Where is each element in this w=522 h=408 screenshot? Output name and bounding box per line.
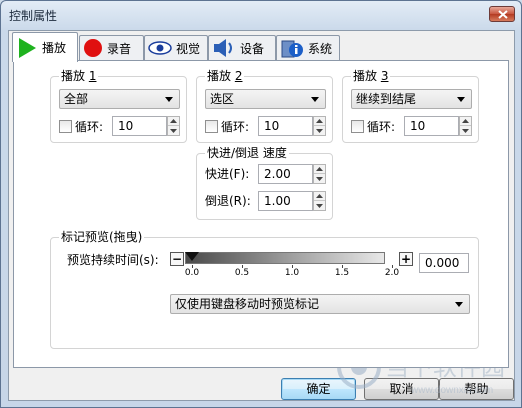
tick-label: 1.5: [334, 268, 350, 278]
dialog-window: 控制属性 播放 录音 视觉 设备 系统 播放 1 全部 循环: 10 播放 2 …: [0, 0, 522, 408]
spin-up-icon[interactable]: [314, 192, 325, 201]
speed-group: 快进/倒退 速度 快进(F): 2.00 倒退(R): 1.00: [196, 146, 333, 220]
group-title: 快进/倒退 速度: [205, 146, 289, 160]
group-title: 标记预览(拖曳): [59, 230, 145, 244]
chevron-down-icon: [457, 97, 465, 102]
tab-label: 视觉: [176, 41, 201, 56]
play2-loop-checkbox[interactable]: [205, 120, 218, 133]
rewind-speed-spinner[interactable]: [313, 191, 326, 211]
preview-mode-select[interactable]: 仅使用键盘移动时预览标记: [170, 294, 470, 314]
preview-duration-label: 预览持续时间(s):: [67, 253, 159, 267]
tab-record[interactable]: 录音: [79, 35, 144, 60]
select-value: 选区: [210, 92, 235, 106]
play1-loop-checkbox[interactable]: [59, 120, 72, 133]
close-icon: [498, 10, 508, 19]
record-icon: [83, 38, 103, 58]
select-value: 继续到结尾: [356, 92, 417, 106]
tab-playback[interactable]: 播放: [12, 32, 78, 62]
forward-speed-input[interactable]: 2.00: [258, 164, 313, 184]
spin-down-icon[interactable]: [460, 126, 471, 135]
group-title: 播放 1: [59, 69, 99, 83]
spin-up-icon[interactable]: [168, 117, 179, 126]
spin-down-icon[interactable]: [168, 126, 179, 135]
tab-label: 录音: [107, 41, 132, 56]
speaker-icon: [212, 37, 236, 59]
preview-duration-input[interactable]: 0.000: [419, 253, 469, 273]
tab-label: 播放: [42, 41, 67, 55]
loop-label: 循环:: [75, 120, 104, 134]
play3-mode-select[interactable]: 继续到结尾: [351, 89, 472, 109]
chevron-down-icon: [311, 97, 319, 102]
play-group-2: 播放 2 选区 循环: 10: [196, 69, 333, 143]
eye-icon: [148, 40, 172, 56]
select-value: 仅使用键盘移动时预览标记: [175, 297, 320, 311]
tab-label: 系统: [308, 41, 333, 56]
increase-duration-button[interactable]: +: [399, 252, 413, 266]
tick-label: 2.0: [384, 268, 400, 278]
play1-mode-select[interactable]: 全部: [59, 89, 180, 109]
tab-visual[interactable]: 视觉: [144, 35, 208, 60]
spin-up-icon[interactable]: [314, 117, 325, 126]
chevron-down-icon: [455, 302, 463, 307]
rewind-speed-label: 倒退(R):: [205, 194, 251, 208]
system-info-icon: [280, 37, 304, 59]
play2-loop-count-input[interactable]: 10: [258, 116, 313, 136]
group-title: 播放 3: [351, 69, 391, 83]
window-title: 控制属性: [9, 9, 58, 23]
title-bar[interactable]: 控制属性: [1, 1, 521, 29]
minus-icon: −: [171, 252, 183, 266]
close-button[interactable]: [489, 6, 515, 22]
select-value: 全部: [64, 92, 89, 106]
tick-label: 1.0: [284, 268, 300, 278]
tab-device[interactable]: 设备: [208, 35, 276, 60]
tab-system[interactable]: 系统: [276, 35, 340, 60]
group-title: 播放 2: [205, 69, 245, 83]
play1-loop-spinner[interactable]: [167, 116, 180, 136]
tick-label: 0.5: [234, 268, 250, 278]
loop-label: 循环:: [221, 120, 250, 134]
spin-up-icon[interactable]: [460, 117, 471, 126]
play-icon: [16, 37, 38, 59]
play2-mode-select[interactable]: 选区: [205, 89, 326, 109]
spin-down-icon[interactable]: [314, 174, 325, 183]
play-group-1: 播放 1 全部 循环: 10: [50, 69, 187, 143]
spin-up-icon[interactable]: [314, 165, 325, 174]
play2-loop-spinner[interactable]: [313, 116, 326, 136]
plus-icon: +: [400, 252, 412, 266]
preview-duration-slider[interactable]: [185, 252, 385, 264]
forward-speed-spinner[interactable]: [313, 164, 326, 184]
spin-down-icon[interactable]: [314, 201, 325, 210]
spin-down-icon[interactable]: [314, 126, 325, 135]
play-group-3: 播放 3 继续到结尾 循环: 10: [342, 69, 479, 143]
loop-label: 循环:: [367, 120, 396, 134]
svg-text:www.downxia.com: www.downxia.com: [410, 385, 493, 396]
play3-loop-spinner[interactable]: [459, 116, 472, 136]
tab-label: 设备: [240, 41, 265, 56]
play1-loop-count-input[interactable]: 10: [112, 116, 167, 136]
tick-label: 0.0: [184, 268, 200, 278]
client-area: 播放 录音 视觉 设备 系统 播放 1 全部 循环: 10 播放 2 选区 循环…: [8, 30, 515, 401]
slider-thumb-icon: [185, 252, 199, 261]
forward-speed-label: 快进(F):: [205, 167, 250, 181]
decrease-duration-button[interactable]: −: [170, 252, 184, 266]
play3-loop-count-input[interactable]: 10: [404, 116, 459, 136]
slider-thumb[interactable]: [185, 252, 199, 262]
rewind-speed-input[interactable]: 1.00: [258, 191, 313, 211]
chevron-down-icon: [165, 97, 173, 102]
tab-panel-playback: 播放 1 全部 循环: 10 播放 2 选区 循环: 10 播放 3 继续到结尾…: [13, 60, 509, 368]
play3-loop-checkbox[interactable]: [351, 120, 364, 133]
